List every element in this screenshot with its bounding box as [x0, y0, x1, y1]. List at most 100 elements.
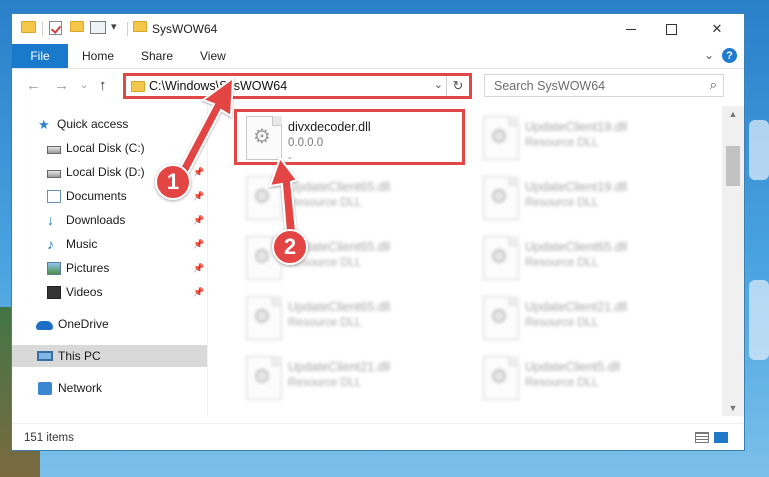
drive-icon [47, 169, 61, 178]
details-view-icon[interactable] [695, 432, 709, 443]
vertical-scrollbar[interactable]: ▲ ▼ [722, 106, 744, 416]
file-item[interactable]: ⚙ UpdateClient19.dll Resource DLL [473, 170, 693, 222]
file-item[interactable]: ⚙ UpdateClient5.dll Resource DLL [473, 350, 693, 402]
file-description: Resource DLL [525, 197, 599, 209]
gear-icon: ⚙ [490, 186, 508, 208]
dll-file-icon: ⚙ [483, 236, 519, 280]
navigation-bar: ← → ⌄ ↑ C:\Windows\SysWOW64 ⌄ ↻ Search S… [12, 69, 744, 103]
network-icon [38, 381, 52, 395]
forward-button[interactable]: → [54, 77, 69, 94]
gear-icon: ⚙ [490, 126, 508, 148]
large-icons-view-icon[interactable] [714, 432, 728, 443]
up-button[interactable]: ↑ [99, 77, 107, 94]
scroll-down-icon[interactable]: ▼ [722, 400, 744, 416]
refresh-icon[interactable]: ↻ [446, 76, 469, 96]
tab-share[interactable]: Share [141, 49, 173, 63]
maximize-button[interactable] [648, 14, 694, 44]
file-name: UpdateClient5.dll [525, 360, 621, 374]
sidebar-item-music[interactable]: ♪ Music 📌 [12, 233, 207, 255]
file-description: Resource DLL [288, 197, 362, 209]
file-name: UpdateClient65.dll [288, 180, 391, 194]
address-dropdown-icon[interactable]: ⌄ [434, 78, 443, 91]
sidebar-item-network[interactable]: Network [12, 377, 207, 399]
file-item[interactable]: ⚙ UpdateClient65.dll Resource DLL [236, 290, 456, 342]
tab-file[interactable]: File [12, 44, 68, 68]
sidebar-item-videos[interactable]: Videos 📌 [12, 281, 207, 303]
step-1-badge: 1 [155, 164, 191, 200]
pin-icon[interactable]: 📌 [193, 143, 204, 154]
sidebar-item-quick-access[interactable]: ★ Quick access [12, 113, 207, 135]
pin-icon[interactable]: 📌 [193, 215, 204, 226]
sidebar-item-label: Local Disk (C:) [66, 141, 145, 155]
file-name: UpdateClient19.dll [525, 120, 628, 134]
sidebar-item-downloads[interactable]: ↓ Downloads 📌 [12, 209, 207, 231]
toolbar-separator [42, 22, 43, 36]
pin-icon[interactable]: 📌 [193, 191, 204, 202]
address-bar[interactable]: C:\Windows\SysWOW64 ⌄ ↻ [123, 73, 472, 99]
search-input[interactable]: Search SysWOW64 [494, 79, 605, 93]
file-name: UpdateClient65.dll [525, 240, 628, 254]
scroll-thumb[interactable] [726, 146, 740, 186]
gear-icon: ⚙ [490, 246, 508, 268]
file-description: Resource DLL [288, 377, 362, 389]
back-button[interactable]: ← [26, 77, 41, 94]
pin-icon[interactable]: 📌 [193, 287, 204, 298]
pin-icon[interactable]: 📌 [193, 239, 204, 250]
address-path[interactable]: C:\Windows\SysWOW64 [149, 79, 287, 93]
sidebar-item-onedrive[interactable]: OneDrive [12, 313, 207, 335]
explorer-window: ▾ SysWOW64 ✕ File Home Share View ⌄ ? ← … [11, 13, 745, 451]
help-icon[interactable]: ? [722, 48, 737, 63]
file-item[interactable]: ⚙ UpdateClient65.dll Resource DLL [236, 170, 456, 222]
title-folder-icon [133, 21, 147, 32]
sidebar-item-pictures[interactable]: Pictures 📌 [12, 257, 207, 279]
sidebar-item-local-disk-c[interactable]: Local Disk (C:) 📌 [12, 137, 207, 159]
file-description: Resource DLL [288, 317, 362, 329]
quick-access-dropdown-icon[interactable]: ▾ [111, 20, 117, 33]
sidebar-item-label: OneDrive [58, 317, 109, 331]
file-item[interactable]: ⚙ UpdateClient19.dll Resource DLL [473, 110, 693, 162]
videos-icon [47, 285, 61, 299]
ribbon-tabs: File Home Share View ⌄ ? [12, 44, 744, 69]
sidebar-item-this-pc[interactable]: This PC [12, 345, 207, 367]
sidebar-item-label: Quick access [57, 117, 129, 131]
background-cloud [749, 280, 769, 360]
file-name: UpdateClient21.dll [288, 360, 391, 374]
search-icon[interactable]: ⌕ [710, 77, 717, 93]
scroll-up-icon[interactable]: ▲ [722, 106, 744, 122]
sidebar-item-label: Music [66, 237, 98, 251]
recent-locations-button[interactable]: ⌄ [80, 80, 88, 91]
onedrive-icon [36, 320, 53, 330]
navigation-pane: ★ Quick access Local Disk (C:) 📌 Local D… [12, 106, 207, 416]
customize-toolbar-icon[interactable] [90, 21, 106, 34]
file-description: Resource DLL [525, 317, 599, 329]
file-item[interactable]: ⚙ UpdateClient65.dll Resource DLL [473, 230, 693, 282]
gear-icon: ⚙ [490, 306, 508, 328]
ribbon-expand-icon[interactable]: ⌄ [704, 48, 714, 62]
tab-view[interactable]: View [200, 49, 226, 63]
file-item[interactable]: ⚙ UpdateClient65.dll Resource DLL [236, 230, 456, 282]
pictures-icon [47, 261, 61, 275]
pin-icon[interactable]: 📌 [193, 167, 204, 178]
gear-icon: ⚙ [253, 306, 271, 328]
dll-file-icon: ⚙ [246, 296, 282, 340]
background-cloud [749, 120, 769, 180]
status-bar: 151 items [12, 423, 744, 450]
highlight-box [234, 109, 465, 165]
properties-check-icon[interactable] [49, 21, 62, 35]
close-icon: ✕ [711, 21, 723, 36]
folder-icon[interactable] [21, 21, 36, 33]
pin-icon[interactable]: 📌 [193, 263, 204, 274]
step-2-badge: 2 [272, 229, 308, 265]
gear-icon: ⚙ [253, 246, 271, 268]
file-item[interactable]: ⚙ UpdateClient21.dll Resource DLL [236, 350, 456, 402]
dll-file-icon: ⚙ [483, 356, 519, 400]
dll-file-icon: ⚙ [483, 296, 519, 340]
file-item[interactable]: ⚙ UpdateClient21.dll Resource DLL [473, 290, 693, 342]
close-button[interactable]: ✕ [694, 14, 740, 44]
file-name: UpdateClient65.dll [288, 300, 391, 314]
search-box[interactable]: Search SysWOW64 ⌕ [484, 74, 724, 97]
maximize-icon [665, 23, 677, 35]
tab-home[interactable]: Home [82, 49, 114, 63]
drive-icon [47, 145, 61, 154]
new-folder-icon[interactable] [70, 21, 84, 32]
